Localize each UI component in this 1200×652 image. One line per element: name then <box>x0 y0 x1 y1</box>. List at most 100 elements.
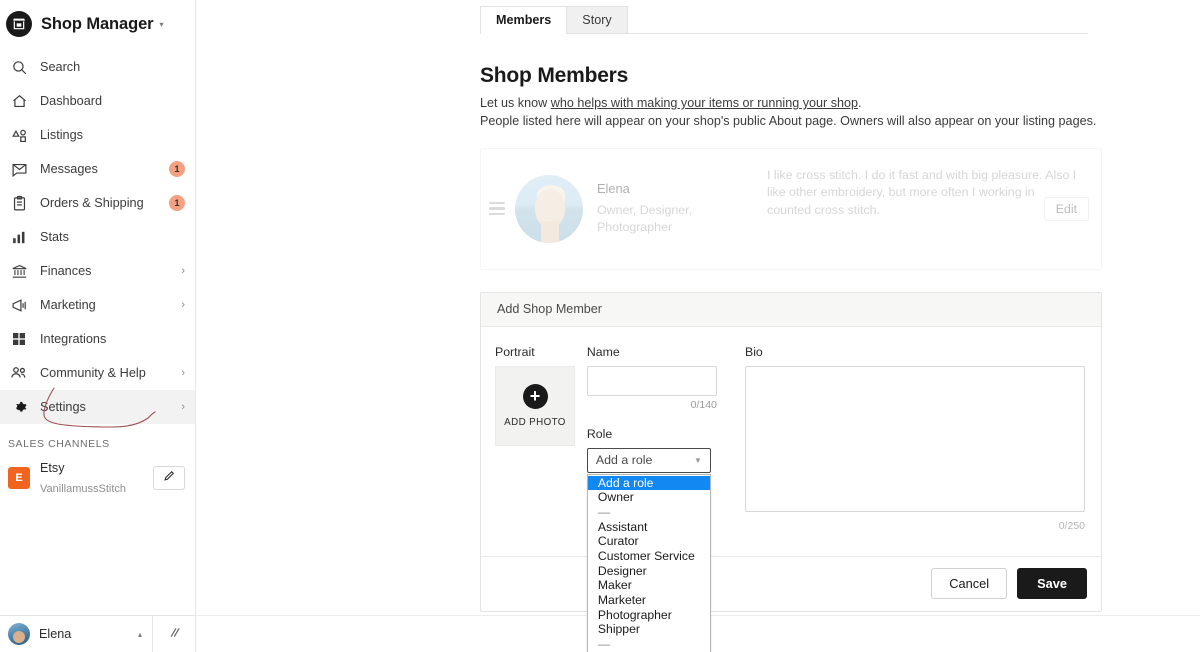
sidebar-item-community-help[interactable]: Community & Help › <box>0 356 195 390</box>
channel-edit-button[interactable] <box>153 465 185 490</box>
sidebar-item-label: Finances <box>40 264 92 278</box>
sidebar-item-label: Settings <box>40 400 86 414</box>
listings-icon <box>8 124 30 146</box>
sidebar-item-finances[interactable]: Finances › <box>0 254 195 288</box>
role-label: Role <box>586 426 613 441</box>
bank-icon <box>8 260 30 282</box>
sidebar-item-label: Community & Help <box>40 366 146 380</box>
member-info: Elena Owner, Designer, Photographer <box>597 181 747 235</box>
sidebar-item-stats[interactable]: Stats <box>0 220 195 254</box>
bar-chart-icon <box>8 226 30 248</box>
sidebar-item-integrations[interactable]: Integrations <box>0 322 195 356</box>
bio-column: Bio 0/250 <box>745 345 1085 532</box>
role-option-separator: — <box>597 504 611 519</box>
brand-shop-manager[interactable]: Shop Manager ▾ <box>0 4 195 44</box>
drag-line <box>489 212 505 216</box>
collapse-icon <box>167 625 182 643</box>
lede-prefix: Let us know <box>480 96 551 110</box>
member-card: Elena Owner, Designer, Photographer I li… <box>480 147 1102 270</box>
tab-story[interactable]: Story <box>566 6 628 33</box>
collapse-sidebar-button[interactable] <box>152 616 196 652</box>
role-option[interactable]: Curator <box>588 534 710 549</box>
status-badge: 1 <box>169 161 185 177</box>
sidebar-item-label: Search <box>40 60 81 74</box>
tab-members[interactable]: Members <box>480 6 568 34</box>
bio-textarea[interactable] <box>745 365 1085 512</box>
role-option[interactable]: Add a role <box>587 475 710 491</box>
avatar-neck <box>541 220 559 243</box>
search-icon <box>8 56 30 78</box>
sidebar-item-settings[interactable]: Settings › <box>0 390 195 424</box>
add-photo-label: ADD PHOTO <box>504 416 566 428</box>
sidebar-item-dashboard[interactable]: Dashboard <box>0 84 195 118</box>
cancel-button[interactable]: Cancel <box>931 568 1008 599</box>
role-option[interactable]: Maker <box>588 578 710 593</box>
role-option[interactable]: Owner <box>588 490 710 505</box>
sidebar-item-search[interactable]: Search <box>0 50 195 84</box>
role-option[interactable]: Designer <box>588 564 710 579</box>
add-shop-member-card: Add Shop Member Portrait + ADD PHOTO Nam… <box>480 291 1102 652</box>
save-button[interactable]: Save <box>1017 568 1087 599</box>
chevron-up-icon: ▴ <box>137 629 142 639</box>
name-role-column: Name 0/140 Role Add a role ▼ Add a role <box>586 345 717 652</box>
name-input[interactable] <box>586 365 717 396</box>
sidebar-item-label: Integrations <box>40 332 107 346</box>
grid-icon <box>8 328 30 350</box>
home-icon <box>8 90 30 112</box>
chevron-down-icon: ▼ <box>693 455 702 465</box>
chevron-right-icon: › <box>181 366 185 379</box>
bio-label: Bio <box>745 344 763 359</box>
people-icon <box>8 362 30 384</box>
sidebar-item-orders-shipping[interactable]: Orders & Shipping 1 <box>0 186 195 220</box>
role-option[interactable]: Shipper <box>588 622 710 637</box>
add-shop-member-actions: Cancel Save <box>481 555 1101 611</box>
page-description: Let us know who helps with making your i… <box>480 94 1104 131</box>
tabs: Members Story <box>480 0 1088 34</box>
shop-logo-icon <box>6 11 32 37</box>
role-option[interactable]: Marketer <box>588 593 710 608</box>
role-option-separator: — <box>597 637 611 652</box>
member-bio: I like cross stitch. I do it fast and wi… <box>767 167 1077 218</box>
pencil-icon <box>163 469 176 487</box>
role-option[interactable]: Photographer <box>588 608 710 623</box>
help-link[interactable]: who helps with making your items or runn… <box>551 96 858 110</box>
chevron-right-icon: › <box>181 298 185 311</box>
user-menu-button[interactable]: Elena ▴ <box>0 616 152 652</box>
sidebar-item-label: Marketing <box>40 298 96 312</box>
drag-handle-icon[interactable] <box>489 201 515 216</box>
name-char-counter: 0/140 <box>690 398 717 411</box>
sidebar-user-bar: Elena ▴ <box>0 615 196 652</box>
user-name-label: Elena <box>39 627 72 641</box>
megaphone-icon <box>8 294 30 316</box>
sidebar: Shop Manager ▾ Search Dashboard Listings… <box>0 0 196 652</box>
chevron-right-icon: › <box>181 400 185 413</box>
gear-icon <box>8 396 30 418</box>
clipboard-icon <box>8 192 30 214</box>
sidebar-item-listings[interactable]: Listings <box>0 118 195 152</box>
page-title: Shop Members <box>480 64 629 87</box>
sidebar-item-label: Dashboard <box>40 94 103 108</box>
channel-name: Etsy <box>40 461 65 475</box>
bio-char-counter: 0/250 <box>1058 519 1085 532</box>
chevron-right-icon: › <box>181 264 185 277</box>
etsy-badge-icon: E <box>8 466 30 489</box>
sidebar-item-messages[interactable]: Messages 1 <box>0 152 195 186</box>
role-option[interactable]: Assistant <box>588 520 710 535</box>
avatar <box>8 623 30 645</box>
sidebar-item-label: Orders & Shipping <box>40 196 144 210</box>
drag-line <box>489 207 505 210</box>
drag-line <box>489 201 505 205</box>
add-shop-member-header: Add Shop Member <box>481 292 1101 327</box>
sidebar-item-label: Messages <box>40 162 98 176</box>
role-select[interactable]: Add a role ▼ <box>586 447 711 473</box>
sales-channel-etsy[interactable]: E Etsy VanillamussStitch <box>0 454 195 501</box>
portrait-column: Portrait + ADD PHOTO <box>495 345 583 532</box>
role-select-wrapper: Add a role ▼ Add a role Owner — Assistan… <box>586 447 711 652</box>
brand-label: Shop Manager <box>41 14 154 33</box>
add-photo-button[interactable]: + ADD PHOTO <box>495 365 575 446</box>
member-edit-button[interactable]: Edit <box>1043 196 1089 221</box>
app-root: Shop Manager ▾ Search Dashboard Listings… <box>0 0 1200 652</box>
sidebar-item-marketing[interactable]: Marketing › <box>0 288 195 322</box>
role-option[interactable]: Customer Service <box>588 549 710 564</box>
lede-line-2: People listed here will appear on your s… <box>480 114 1097 129</box>
